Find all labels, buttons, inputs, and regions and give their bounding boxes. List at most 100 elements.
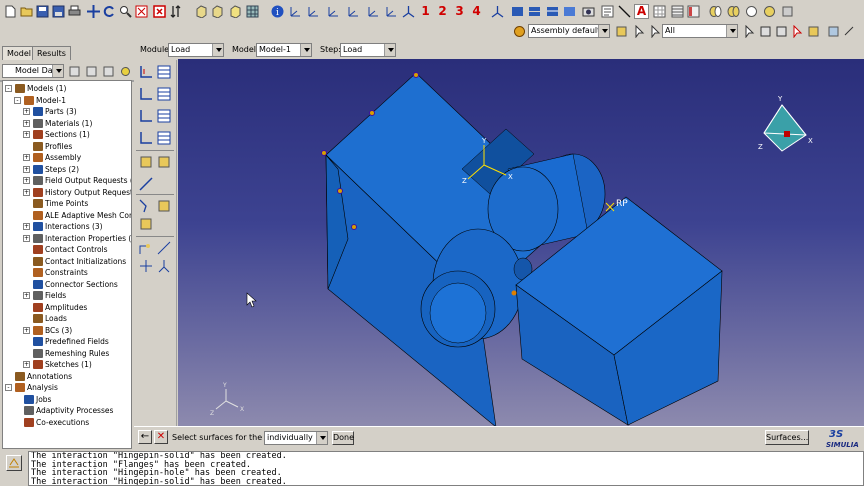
tree-item[interactable]: + Interaction Properties (1 bbox=[3, 233, 131, 244]
tree-item[interactable]: Adaptivity Processes bbox=[3, 405, 131, 416]
collapse-icon[interactable]: - bbox=[5, 85, 12, 92]
new-file-icon[interactable] bbox=[3, 4, 18, 19]
tree-expand-icon[interactable] bbox=[101, 64, 116, 79]
tree-item[interactable]: Amplitudes bbox=[3, 302, 131, 313]
select-tool-icon-7[interactable] bbox=[842, 24, 857, 39]
tree-item[interactable]: + Sections (1) bbox=[3, 129, 131, 140]
grid-icon[interactable] bbox=[652, 4, 667, 19]
tree-item[interactable]: + History Output Requests bbox=[3, 187, 131, 198]
display-group-icon-5[interactable] bbox=[780, 4, 795, 19]
layout-icon-2[interactable] bbox=[527, 4, 542, 19]
predefined-manager-icon[interactable] bbox=[156, 154, 172, 170]
auto-fit-icon[interactable] bbox=[152, 4, 167, 19]
expand-icon[interactable]: + bbox=[23, 154, 30, 161]
legend-icon[interactable] bbox=[686, 4, 701, 19]
display-group-icon-2[interactable] bbox=[726, 4, 741, 19]
create-field-icon[interactable] bbox=[138, 108, 154, 124]
select-tool-icon-1[interactable] bbox=[742, 24, 757, 39]
open-folder-icon[interactable] bbox=[19, 4, 34, 19]
tab-results[interactable]: Results bbox=[32, 46, 71, 60]
select-arrow-icon[interactable] bbox=[648, 24, 663, 39]
collapse-icon[interactable]: - bbox=[14, 96, 21, 104]
back-view-icon[interactable] bbox=[228, 4, 243, 19]
display-group-icon-4[interactable] bbox=[762, 4, 777, 19]
tree-item[interactable]: Co-executions bbox=[3, 417, 131, 428]
selection-filter-select[interactable]: All bbox=[662, 24, 738, 38]
numbered-button-3[interactable]: 3 bbox=[452, 4, 467, 19]
message-log[interactable]: The interaction "Hingepin-solid" has bee… bbox=[28, 451, 864, 486]
cycle-icon[interactable] bbox=[168, 4, 183, 19]
expand-icon[interactable]: + bbox=[23, 119, 30, 127]
expand-icon[interactable]: + bbox=[23, 292, 30, 299]
assembly-defaults-select[interactable]: Assembly defaults bbox=[528, 24, 610, 38]
expand-icon[interactable]: + bbox=[23, 131, 30, 138]
expand-icon[interactable]: + bbox=[23, 234, 30, 242]
save-icon[interactable] bbox=[35, 4, 50, 19]
tree-filter-icon[interactable] bbox=[67, 64, 82, 79]
datum-point-icon[interactable] bbox=[138, 240, 154, 256]
expand-icon[interactable]: + bbox=[23, 108, 30, 115]
layout-icon-1[interactable] bbox=[510, 4, 525, 19]
tree-item[interactable]: + Parts (3) bbox=[3, 106, 131, 117]
numbered-button-4[interactable]: 4 bbox=[469, 4, 484, 19]
done-button[interactable]: Done bbox=[332, 431, 354, 445]
expand-icon[interactable]: + bbox=[23, 165, 30, 173]
datum-plane-icon[interactable] bbox=[156, 258, 172, 274]
tree-item[interactable]: Loads bbox=[3, 313, 131, 324]
tree-collapse-icon[interactable] bbox=[84, 64, 99, 79]
load-manager-icon[interactable] bbox=[156, 64, 172, 80]
box-zoom-icon[interactable] bbox=[134, 4, 149, 19]
csys-icon-1[interactable] bbox=[288, 4, 303, 19]
csys-icon-4[interactable] bbox=[346, 4, 361, 19]
tree-item[interactable]: + Sketches (1) bbox=[3, 359, 131, 370]
numbered-button-2[interactable]: 2 bbox=[435, 4, 450, 19]
cursor-icon[interactable] bbox=[632, 24, 647, 39]
tree-item[interactable]: - Model-1 bbox=[3, 95, 131, 106]
create-set-icon[interactable] bbox=[138, 198, 154, 214]
tree-item[interactable]: - Models (1) bbox=[3, 83, 131, 94]
model-viewport[interactable]: RP Y X Z Y Z X Y Z X bbox=[178, 59, 864, 426]
field-manager-icon[interactable] bbox=[156, 108, 172, 124]
csys-icon-5[interactable] bbox=[366, 4, 381, 19]
bc-manager-icon[interactable] bbox=[156, 86, 172, 102]
tab-model[interactable]: Model bbox=[2, 46, 37, 60]
step-select[interactable]: Load bbox=[340, 43, 396, 57]
tree-item[interactable]: + Steps (2) bbox=[3, 164, 131, 175]
set-manager-icon[interactable] bbox=[156, 198, 172, 214]
tree-item[interactable]: Contact Controls bbox=[3, 244, 131, 255]
mesh-view-icon[interactable] bbox=[245, 4, 260, 19]
tree-item[interactable]: Predefined Fields bbox=[3, 336, 131, 347]
tree-highlight-icon[interactable] bbox=[118, 64, 133, 79]
select-tool-icon-6[interactable] bbox=[826, 24, 841, 39]
tree-item[interactable]: + Field Output Requests (1 bbox=[3, 175, 131, 186]
create-predefined-icon[interactable] bbox=[138, 154, 154, 170]
zoom-icon[interactable] bbox=[118, 4, 133, 19]
table-icon[interactable] bbox=[670, 4, 685, 19]
select-tool-icon-4[interactable] bbox=[790, 24, 805, 39]
tree-item[interactable]: + Assembly bbox=[3, 152, 131, 163]
tree-item[interactable]: ALE Adaptive Mesh Cons bbox=[3, 210, 131, 221]
csys-icon-3[interactable] bbox=[326, 4, 341, 19]
tree-item[interactable]: + Materials (1) bbox=[3, 118, 131, 129]
expand-icon[interactable]: + bbox=[23, 223, 30, 230]
select-tool-icon-5[interactable] bbox=[806, 24, 821, 39]
datum-axis-icon[interactable] bbox=[156, 240, 172, 256]
rotate-icon[interactable] bbox=[102, 4, 117, 19]
arrow-tool-icon[interactable] bbox=[617, 4, 632, 19]
tree-item[interactable]: + Fields bbox=[3, 290, 131, 301]
instance-icon[interactable] bbox=[614, 24, 629, 39]
collapse-icon[interactable]: - bbox=[5, 384, 12, 391]
model-select[interactable]: Model-1 bbox=[256, 43, 312, 57]
pan-icon[interactable] bbox=[86, 4, 101, 19]
expand-icon[interactable]: + bbox=[23, 177, 30, 184]
save-as-icon[interactable] bbox=[51, 4, 66, 19]
view-cube-icon[interactable] bbox=[763, 104, 807, 152]
tree-item[interactable]: Profiles bbox=[3, 141, 131, 152]
expand-icon[interactable]: + bbox=[23, 326, 30, 334]
annotation-icon[interactable] bbox=[600, 4, 615, 19]
layout-icon-4[interactable] bbox=[562, 4, 577, 19]
cancel-icon[interactable]: ✕ bbox=[154, 430, 168, 444]
tree-item[interactable]: Contact Initializations bbox=[3, 256, 131, 267]
tree-item[interactable]: - Analysis bbox=[3, 382, 131, 393]
create-surface-icon[interactable] bbox=[138, 216, 154, 232]
